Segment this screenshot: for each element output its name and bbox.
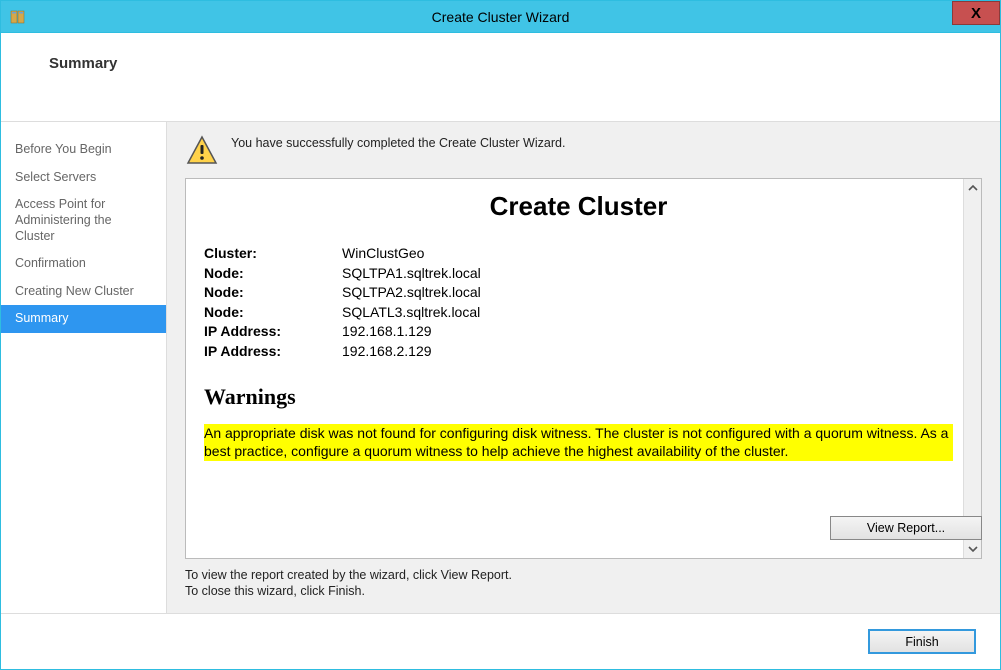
main-panel: You have successfully completed the Crea… [167,122,1000,613]
wizard-window: Create Cluster Wizard X Summary Before Y… [0,0,1001,670]
report-label: Cluster: [204,244,342,264]
footer-hints: To view the report created by the wizard… [185,567,982,600]
report-value: WinClustGeo [342,244,953,264]
scrollbar[interactable] [963,179,981,558]
close-button[interactable]: X [952,1,1000,25]
report-table: Cluster: WinClustGeo Node: SQLTPA1.sqltr… [204,244,953,362]
hint-view-report: To view the report created by the wizard… [185,567,982,583]
completion-message: You have successfully completed the Crea… [231,134,565,150]
hint-finish: To close this wizard, click Finish. [185,583,982,599]
page-title: Summary [49,55,1000,72]
report-row-ip: IP Address: 192.168.2.129 [204,342,953,362]
report-value: SQLTPA1.sqltrek.local [342,264,953,284]
sidebar-item-before-you-begin[interactable]: Before You Begin [1,136,166,164]
report-label: Node: [204,283,342,303]
step-sidebar: Before You Begin Select Servers Access P… [1,122,167,613]
report-row-node: Node: SQLTPA2.sqltrek.local [204,283,953,303]
app-icon [9,7,29,27]
report-label: Node: [204,303,342,323]
completion-row: You have successfully completed the Crea… [185,134,982,168]
warning-icon [185,134,219,168]
warnings-heading: Warnings [204,384,953,410]
report-value: SQLATL3.sqltrek.local [342,303,953,323]
report-value: 192.168.2.129 [342,342,953,362]
report-row-ip: IP Address: 192.168.1.129 [204,322,953,342]
report-row-node: Node: SQLTPA1.sqltrek.local [204,264,953,284]
warning-message: An appropriate disk was not found for co… [204,424,953,462]
report-value: SQLTPA2.sqltrek.local [342,283,953,303]
titlebar: Create Cluster Wizard X [1,1,1000,33]
report-row-cluster: Cluster: WinClustGeo [204,244,953,264]
bottom-bar: Finish [1,613,1000,669]
sidebar-item-summary[interactable]: Summary [1,305,166,333]
sidebar-item-access-point[interactable]: Access Point for Administering the Clust… [1,191,166,250]
finish-button[interactable]: Finish [868,629,976,654]
sidebar-item-creating-new-cluster[interactable]: Creating New Cluster [1,278,166,306]
wizard-header: Summary [1,33,1000,121]
report-label: Node: [204,264,342,284]
sidebar-item-select-servers[interactable]: Select Servers [1,164,166,192]
report-row-node: Node: SQLATL3.sqltrek.local [204,303,953,323]
report-label: IP Address: [204,342,342,362]
report-value: 192.168.1.129 [342,322,953,342]
view-report-button[interactable]: View Report... [830,516,982,540]
window-title: Create Cluster Wizard [432,9,570,25]
content-area: Before You Begin Select Servers Access P… [1,121,1000,613]
scroll-up-icon[interactable] [964,179,982,197]
sidebar-item-confirmation[interactable]: Confirmation [1,250,166,278]
report-box: Create Cluster Cluster: WinClustGeo Node… [185,178,982,559]
report-title: Create Cluster [204,191,953,222]
scroll-down-icon[interactable] [964,540,982,558]
report-label: IP Address: [204,322,342,342]
